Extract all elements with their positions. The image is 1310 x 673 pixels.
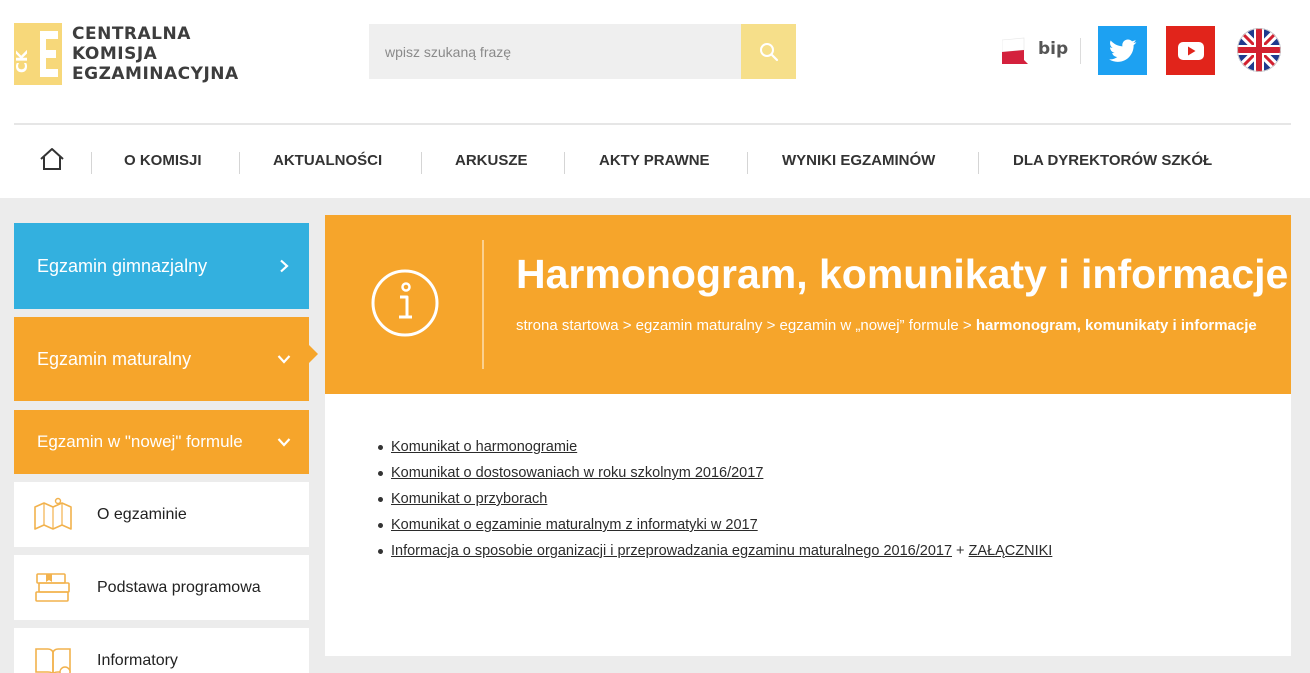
info-icon [371,269,439,337]
list-item: Komunikat o dostosowaniach w roku szkoln… [375,460,1052,486]
breadcrumb: strona startowa > egzamin maturalny > eg… [516,311,1266,341]
list-item: Komunikat o harmonogramie [375,434,1052,460]
books-icon [35,572,70,602]
active-pointer [309,345,318,363]
sidebar-subitem-label: O egzaminie [97,505,187,523]
link-informacja-organizacja[interactable]: Informacja o sposobie organizacji i prze… [391,543,952,559]
logo-mark: CK [13,23,62,85]
sidebar-item-egzamin-gimnazjalny[interactable]: Egzamin gimnazjalny [14,223,309,309]
breadcrumb-separator: > [622,317,632,334]
chevron-down-icon [277,355,291,364]
link-zalaczniki[interactable]: ZAŁĄCZNIKI [969,543,1053,559]
nav-home[interactable] [39,146,65,172]
link-komunikat-informatyka[interactable]: Komunikat o egzaminie maturalnym z infor… [391,517,758,533]
logo-line-2: KOMISJA [72,44,158,64]
breadcrumb-nowa-formula[interactable]: egzamin w „nowej” formule [780,317,959,334]
youtube-icon [1177,41,1204,60]
nav-separator [239,152,240,174]
nav-separator [564,152,565,174]
content-panel: Komunikat o harmonogramie Komunikat o do… [325,394,1291,656]
bip-flag-icon [1002,37,1028,64]
twitter-icon [1108,38,1137,62]
breadcrumb-current: harmonogram, komunikaty i informacje [975,317,1257,334]
document-list: Komunikat o harmonogramie Komunikat o do… [375,434,1052,564]
nav-item-wyniki-egzaminow[interactable]: WYNIKI EGZAMINÓW [782,152,935,169]
sidebar-subitem-o-egzaminie[interactable]: O egzaminie [14,482,309,547]
youtube-button[interactable] [1166,26,1215,75]
link-joiner: + [956,543,965,559]
svg-text:CK: CK [14,49,31,73]
logo-mark-icon: CK [13,23,62,85]
search-icon [759,42,778,61]
nav-item-arkusze[interactable]: ARKUSZE [455,152,528,169]
bip-label: bip [1038,39,1069,59]
nav-item-aktualnosci[interactable]: AKTUALNOŚCI [273,152,382,169]
home-icon [40,148,64,170]
list-item: Komunikat o przyborach [375,486,1052,512]
nav-separator [91,152,92,174]
book-info-icon [35,647,71,673]
map-icon [34,497,72,530]
breadcrumb-separator: > [962,317,972,334]
sidebar-item-label: Egzamin maturalny [37,348,192,369]
nav-item-dla-dyrektorow[interactable]: DLA DYREKTORÓW SZKÓŁ [1013,152,1212,169]
nav-separator [421,152,422,174]
bip-link[interactable]: bip [1002,32,1072,66]
language-switch[interactable] [1237,28,1281,72]
uk-flag-icon [1237,28,1281,72]
link-komunikat-dostosowania[interactable]: Komunikat o dostosowaniach w roku szkoln… [391,465,763,481]
sidebar-subitem-informatory[interactable]: Informatory [14,628,309,673]
breadcrumb-egzamin-maturalny[interactable]: egzamin maturalny [636,317,763,334]
logo-text: CENTRALNA KOMISJA EGZAMINACYJNA [72,24,239,84]
search-input[interactable] [369,24,741,79]
nav-separator [978,152,979,174]
page-title: Harmonogram, komunikaty i informacje [516,251,1289,297]
sidebar-subitem-label: Podstawa programowa [97,578,261,596]
sidebar-item-egzamin-maturalny[interactable]: Egzamin maturalny [14,317,309,401]
sidebar-item-label: Egzamin w "nowej" formule [37,432,243,451]
link-komunikat-harmonogram[interactable]: Komunikat o harmonogramie [391,439,577,455]
link-komunikat-przybory[interactable]: Komunikat o przyborach [391,491,547,507]
header-rule [14,123,1291,125]
site-header: CK CENTRALNA KOMISJA EGZAMINACYJNA bip [0,0,1310,198]
search-bar [369,24,796,79]
cke-logo[interactable]: CK CENTRALNA KOMISJA EGZAMINACYJNA [13,22,264,86]
logo-line-1: CENTRALNA [72,24,191,44]
list-item: Komunikat o egzaminie maturalnym z infor… [375,512,1052,538]
main-nav: O KOMISJI AKTUALNOŚCI ARKUSZE AKTY PRAWN… [14,140,1291,184]
chevron-right-icon [280,259,289,273]
twitter-button[interactable] [1098,26,1147,75]
nav-separator [747,152,748,174]
search-button[interactable] [741,24,796,79]
hero-divider [482,240,484,369]
page-hero: Harmonogram, komunikaty i informacje str… [325,215,1291,394]
breadcrumb-strona-startowa[interactable]: strona startowa [516,317,619,334]
chevron-down-icon [277,438,291,447]
header-divider [1080,38,1081,64]
nav-item-akty-prawne[interactable]: AKTY PRAWNE [599,152,710,169]
sidebar-subitem-podstawa-programowa[interactable]: Podstawa programowa [14,555,309,620]
sidebar-item-label: Egzamin gimnazjalny [37,255,208,276]
sidebar-item-nowa-formula[interactable]: Egzamin w "nowej" formule [14,410,309,474]
logo-line-3: EGZAMINACYJNA [72,64,239,84]
sidebar-subitem-label: Informatory [97,651,178,669]
nav-item-o-komisji[interactable]: O KOMISJI [124,152,202,169]
breadcrumb-separator: > [766,317,776,334]
list-item: Informacja o sposobie organizacji i prze… [375,538,1052,564]
